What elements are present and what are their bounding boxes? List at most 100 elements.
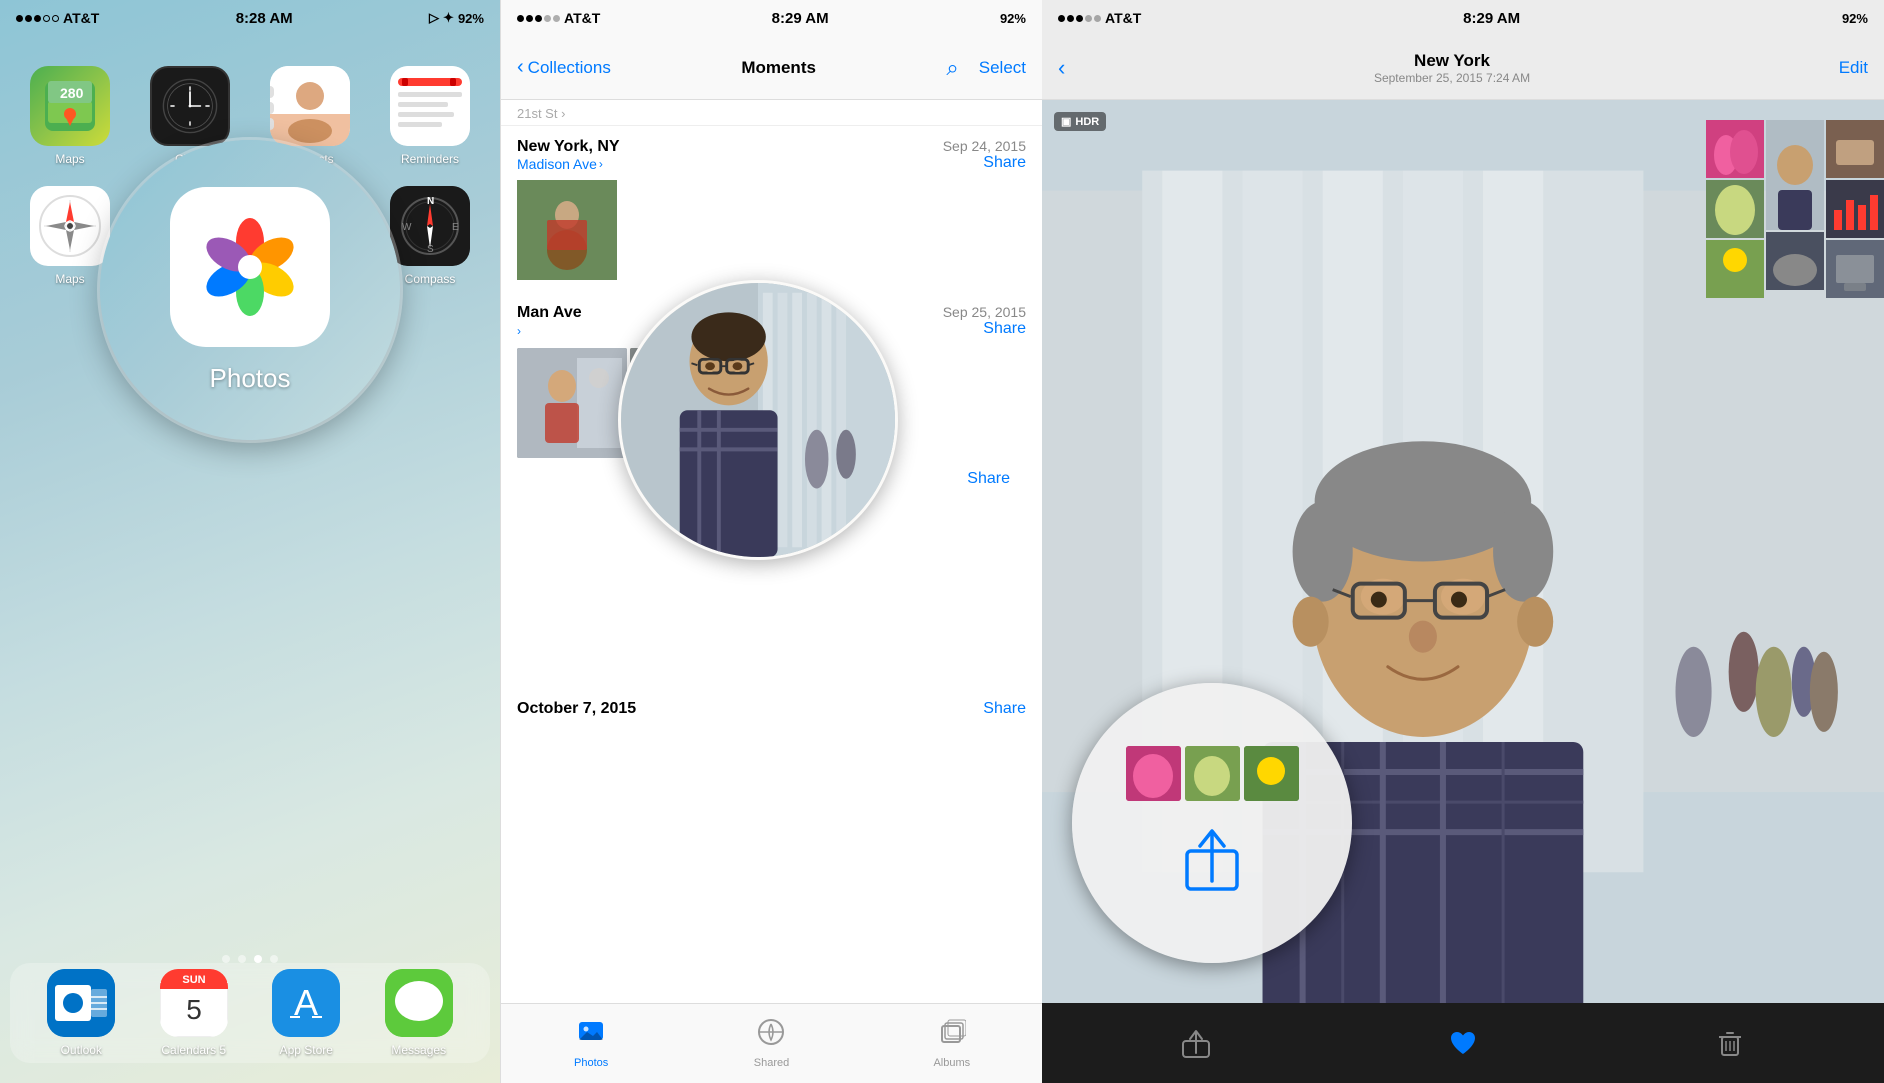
reminders-label: Reminders (401, 152, 459, 166)
sig-d-5 (1094, 15, 1101, 22)
tab-shared[interactable]: Shared (681, 1018, 861, 1069)
collections-back-link[interactable]: Collections (528, 58, 611, 78)
app-reminders[interactable]: Reminders (380, 66, 480, 166)
share-icon-box[interactable] (1172, 821, 1252, 901)
thumb-main[interactable] (1766, 120, 1824, 230)
nav-back-area[interactable]: ‹ Collections (517, 56, 611, 79)
status-bar-moments: AT&T 8:29 AM 92% (501, 0, 1042, 36)
thumb-col-3 (1826, 120, 1884, 298)
thumb-1[interactable] (1706, 120, 1764, 178)
dock: Outlook SUN 5 Calendars 5 A (10, 963, 490, 1063)
detail-edit-button[interactable]: Edit (1839, 58, 1868, 78)
man-ave-share[interactable]: Share (943, 320, 1026, 338)
share-svg-icon (1182, 826, 1242, 896)
signal-dot-5 (52, 15, 59, 22)
share-circle-overlay (1072, 683, 1352, 963)
moments-navbar: ‹ Collections Moments ⌕ Select (501, 36, 1042, 100)
hdr-text: HDR (1075, 116, 1099, 128)
oct-location: October 7, 2015 (517, 700, 636, 718)
sig-dot-1 (517, 15, 524, 22)
signal-dot-4 (43, 15, 50, 22)
signal-dots (16, 15, 59, 22)
shared-tab-icon (757, 1018, 785, 1053)
clipped-location: 21st St › (517, 106, 1026, 121)
ny-date: Sep 24, 2015 (943, 138, 1026, 154)
outlook-icon (47, 969, 115, 1037)
photo-detail-panel: AT&T 8:29 AM 92% ‹ New York September 25… (1042, 0, 1884, 1083)
dot-3 (254, 955, 262, 963)
dock-messages[interactable]: Messages (385, 969, 453, 1057)
signal-dot-3 (34, 15, 41, 22)
nav-right-area: ⌕ Select (946, 55, 1026, 81)
photos-zoom-circle[interactable]: Photos (100, 140, 400, 440)
delete-action[interactable] (1714, 1027, 1746, 1059)
status-bar-home: AT&T 8:28 AM ▷ ✦ 92% (0, 0, 500, 36)
ny-photo-1[interactable] (517, 180, 617, 280)
man-ave-right: Sep 25, 2015 Share (943, 304, 1026, 338)
oct-share[interactable]: Share (983, 700, 1026, 718)
detail-bottom-bar (1042, 1003, 1884, 1083)
thumb-7[interactable] (1826, 240, 1884, 298)
moments-content: 21st St › New York, NY Madison Ave › Sep… (501, 100, 1042, 1003)
tab-photos[interactable]: Photos (501, 1018, 681, 1069)
heart-icon (1447, 1027, 1479, 1059)
app-maps[interactable]: 280 Maps (20, 66, 120, 166)
albums-tab-label: Albums (933, 1057, 970, 1069)
contacts-icon (270, 66, 350, 146)
detail-nav-center: New York September 25, 2015 7:24 AM (1374, 51, 1530, 85)
tab-albums[interactable]: Albums (862, 1018, 1042, 1069)
dock-calendars[interactable]: SUN 5 Calendars 5 (160, 969, 228, 1057)
select-button[interactable]: Select (979, 58, 1026, 78)
messages-label: Messages (391, 1043, 446, 1057)
reminders-icon (390, 66, 470, 146)
dot-2 (238, 955, 246, 963)
moment-header-ny: New York, NY Madison Ave › Sep 24, 2015 … (517, 138, 1026, 172)
thumb-6[interactable] (1826, 180, 1884, 238)
calendars-label: Calendars 5 (161, 1043, 226, 1057)
sig-dot-4 (544, 15, 551, 22)
thumb-4[interactable] (1766, 232, 1824, 290)
status-left: AT&T (16, 10, 99, 26)
favorite-action[interactable] (1447, 1027, 1479, 1059)
clock-icon (150, 66, 230, 146)
thumb-5[interactable] (1826, 120, 1884, 178)
share-action[interactable] (1180, 1027, 1212, 1059)
thumb-col-2 (1766, 120, 1824, 298)
man-photo[interactable] (517, 348, 627, 458)
maps-icon: 280 (30, 66, 110, 146)
shared-tab-label: Shared (754, 1057, 789, 1069)
moment-new-york: New York, NY Madison Ave › Sep 24, 2015 … (501, 126, 1042, 280)
calendars-icon: SUN 5 (160, 969, 228, 1037)
moment-header-oct: October 7, 2015 Share (517, 700, 1026, 718)
signal-dot-1 (16, 15, 23, 22)
thumb-2[interactable] (1706, 180, 1764, 238)
ny-sublocation[interactable]: Madison Ave › (517, 156, 620, 172)
dot-4 (270, 955, 278, 963)
dock-outlook[interactable]: Outlook (47, 969, 115, 1057)
extra-share-link[interactable]: Share (967, 470, 1010, 488)
detail-navbar: ‹ New York September 25, 2015 7:24 AM Ed… (1042, 36, 1884, 100)
photos-icon-large (170, 187, 330, 347)
moment-section-top-clipped: 21st St › (501, 100, 1042, 126)
svg-text:SUN: SUN (182, 974, 205, 986)
time-detail: 8:29 AM (1463, 10, 1520, 27)
dock-appstore[interactable]: A App Store (272, 969, 340, 1057)
share-thumb-2 (1185, 746, 1240, 801)
photos-tab-label: Photos (574, 1057, 608, 1069)
sig-d-1 (1058, 15, 1065, 22)
detail-back-button[interactable]: ‹ (1058, 55, 1065, 81)
moments-bottom-bar: Photos Shared Albums (501, 1003, 1042, 1083)
ny-location: New York, NY (517, 138, 620, 156)
svg-text:E: E (452, 222, 459, 233)
search-icon[interactable]: ⌕ (946, 55, 958, 81)
hdr-badge: ▣ HDR (1054, 112, 1106, 131)
sig-d-2 (1067, 15, 1074, 22)
detail-photo-view[interactable]: ▣ HDR (1042, 100, 1884, 1003)
svg-text:5: 5 (186, 994, 202, 1025)
battery-home: 92% (458, 11, 484, 26)
ny-share[interactable]: Share (943, 154, 1026, 172)
share-thumb-3 (1244, 746, 1299, 801)
location-icon-home: ▷ (429, 10, 439, 26)
detail-subtitle: September 25, 2015 7:24 AM (1374, 71, 1530, 85)
thumb-3[interactable] (1706, 240, 1764, 298)
